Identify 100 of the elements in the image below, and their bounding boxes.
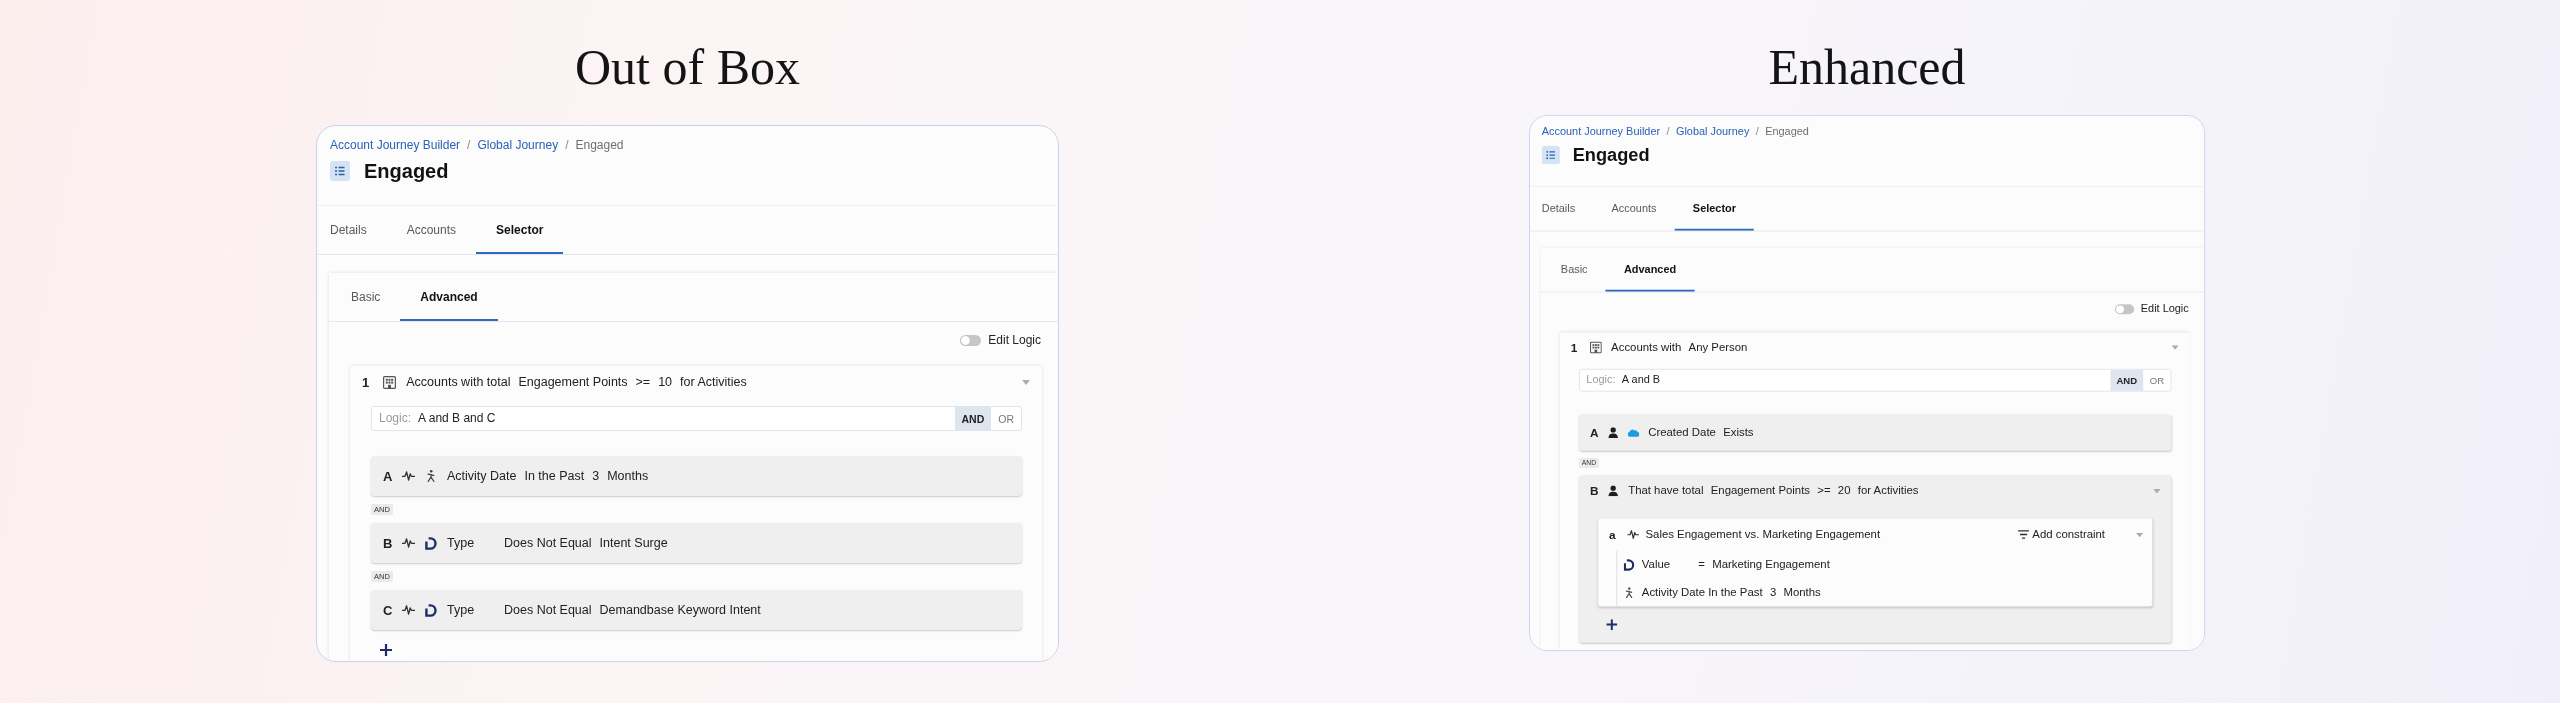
operator-button[interactable]: OR: [2143, 369, 2171, 391]
condition-letter: A: [1589, 425, 1600, 440]
plus-icon[interactable]: [1606, 619, 1618, 631]
condition-term: Does Not Equal: [504, 536, 592, 550]
condition-term: That have total: [1628, 484, 1704, 498]
tab[interactable]: Advanced: [400, 273, 498, 321]
caret-icon[interactable]: [2171, 344, 2179, 350]
condition-term: Engagement Points: [1710, 484, 1810, 498]
d-logo-icon: [424, 536, 437, 550]
condition-row[interactable]: A Created Date Exists: [1579, 414, 2172, 451]
breadcrumb-current: Engaged: [575, 137, 624, 153]
rule-term: 10: [658, 375, 673, 389]
condition-row[interactable]: B Type Does Not Equal Intent Surge: [371, 523, 1022, 563]
condition-term: 3: [592, 469, 600, 483]
cloud-icon: [1627, 428, 1640, 438]
stick-figure-icon: [426, 470, 435, 482]
rule-term: for Activities: [680, 375, 747, 389]
d-logo-icon: [1623, 558, 1635, 571]
condition-term: 3: [1769, 586, 1777, 599]
toggle-switch[interactable]: [960, 334, 982, 346]
logic-label: Logic:: [378, 410, 412, 427]
condition-term: Activity Date: [447, 469, 517, 483]
condition-row[interactable]: C Type Does Not Equal Demandbase Keyword Intent: [371, 590, 1022, 630]
condition-term: Type: [447, 536, 476, 550]
condition-term: Demandbase Keyword Intent: [599, 603, 761, 617]
condition-letter: a: [1609, 527, 1617, 542]
tab[interactable]: Accounts: [1593, 186, 1675, 231]
pulse-icon: [402, 605, 415, 615]
rule-number: 1: [362, 374, 370, 390]
condition-letter: B: [1589, 484, 1600, 498]
condition-term: Activity Date In the Past: [1641, 586, 1763, 599]
logic-input[interactable]: A and B: [1615, 369, 2111, 391]
rule-term: Engagement Points: [518, 375, 628, 389]
tab[interactable]: Details: [1541, 186, 1594, 231]
condition-letter: C: [383, 602, 393, 618]
section-heading: Enhanced: [1768, 38, 1966, 97]
condition-term: Exists: [1723, 426, 1754, 439]
add-constraint-button[interactable]: Add constraint: [2017, 528, 2106, 541]
breadcrumb-link[interactable]: Global Journey: [477, 137, 559, 153]
tab[interactable]: Accounts: [386, 206, 477, 254]
stick-figure-icon: [1625, 587, 1633, 598]
rule-number: 1: [1570, 340, 1578, 354]
person-icon: [1608, 427, 1619, 439]
rule-term: Any Person: [1688, 340, 1748, 354]
logic-input[interactable]: A and B and C: [411, 407, 955, 430]
caret-icon[interactable]: [1022, 379, 1030, 385]
operator-button[interactable]: OR: [991, 407, 1021, 430]
caret-icon[interactable]: [2135, 532, 2144, 537]
breadcrumb-separator: /: [467, 137, 471, 153]
tab[interactable]: Details: [330, 206, 387, 254]
breadcrumb-current: Engaged: [1765, 124, 1809, 139]
condition-term: >=: [1817, 484, 1831, 498]
operator-button[interactable]: AND: [2110, 369, 2144, 391]
breadcrumb-link[interactable]: Account Journey Builder: [330, 137, 461, 153]
condition-term: Months: [607, 469, 649, 483]
plus-icon[interactable]: [380, 644, 392, 656]
pulse-icon: [402, 538, 415, 548]
breadcrumb-link[interactable]: Account Journey Builder: [1541, 124, 1661, 139]
page-title: Engaged: [1572, 144, 1650, 166]
subcondition-title: Sales Engagement vs. Marketing Engagement: [1645, 528, 1881, 541]
building-icon: [383, 375, 397, 389]
rule-term: Accounts with: [1611, 340, 1682, 354]
person-icon: [1608, 485, 1619, 497]
condition-term: 20: [1837, 484, 1851, 498]
pulse-icon: [402, 471, 415, 481]
rule-term: Accounts with total: [406, 375, 511, 389]
breadcrumb-link[interactable]: Global Journey: [1675, 124, 1750, 139]
toggle-switch[interactable]: [2115, 303, 2135, 314]
logic-label: Logic:: [1585, 372, 1616, 389]
pulse-icon: [1627, 529, 1640, 540]
breadcrumb-separator: /: [1755, 124, 1759, 139]
condition-term: =: [1698, 558, 1705, 572]
condition-row[interactable]: A Activity Date In the Past 3 Months: [371, 456, 1022, 496]
breadcrumb-separator: /: [1666, 124, 1670, 139]
tab[interactable]: Basic: [1542, 247, 1606, 292]
condition-term: Intent Surge: [599, 536, 668, 550]
condition-term: Type: [447, 603, 476, 617]
caret-icon[interactable]: [2153, 488, 2161, 494]
section-heading: Out of Box: [575, 38, 800, 97]
building-icon: [1590, 341, 1602, 353]
operator-button[interactable]: AND: [954, 407, 992, 430]
d-logo-icon: [424, 603, 437, 617]
condition-term: for Activities: [1857, 484, 1919, 498]
tab[interactable]: Advanced: [1605, 247, 1695, 292]
list-icon: [1541, 145, 1560, 165]
filter-icon: [2017, 529, 2030, 540]
condition-term: Months: [1783, 586, 1821, 599]
list-icon: [330, 161, 350, 181]
toggle-label: Edit Logic: [988, 333, 1041, 347]
tab[interactable]: Selector: [476, 206, 564, 254]
condition-term: Value: [1641, 558, 1672, 572]
condition-letter: A: [383, 468, 393, 484]
condition-group[interactable]: B That have total Engagement Points >= 20 for Activities a Sales Engagement vs. Marketing Engagement Add constraint Value = Marketing Engagement Activity Date In the Past 3 Months: [1579, 475, 2172, 643]
page-title: Engaged: [364, 159, 449, 183]
tab[interactable]: Basic: [331, 273, 401, 321]
condition-term: Marketing Engagement: [1712, 558, 1830, 572]
tab[interactable]: Selector: [1674, 186, 1755, 231]
rule-term: >=: [635, 375, 651, 389]
toggle-label: Edit Logic: [2140, 302, 2189, 316]
condition-term: In the Past: [524, 469, 585, 483]
